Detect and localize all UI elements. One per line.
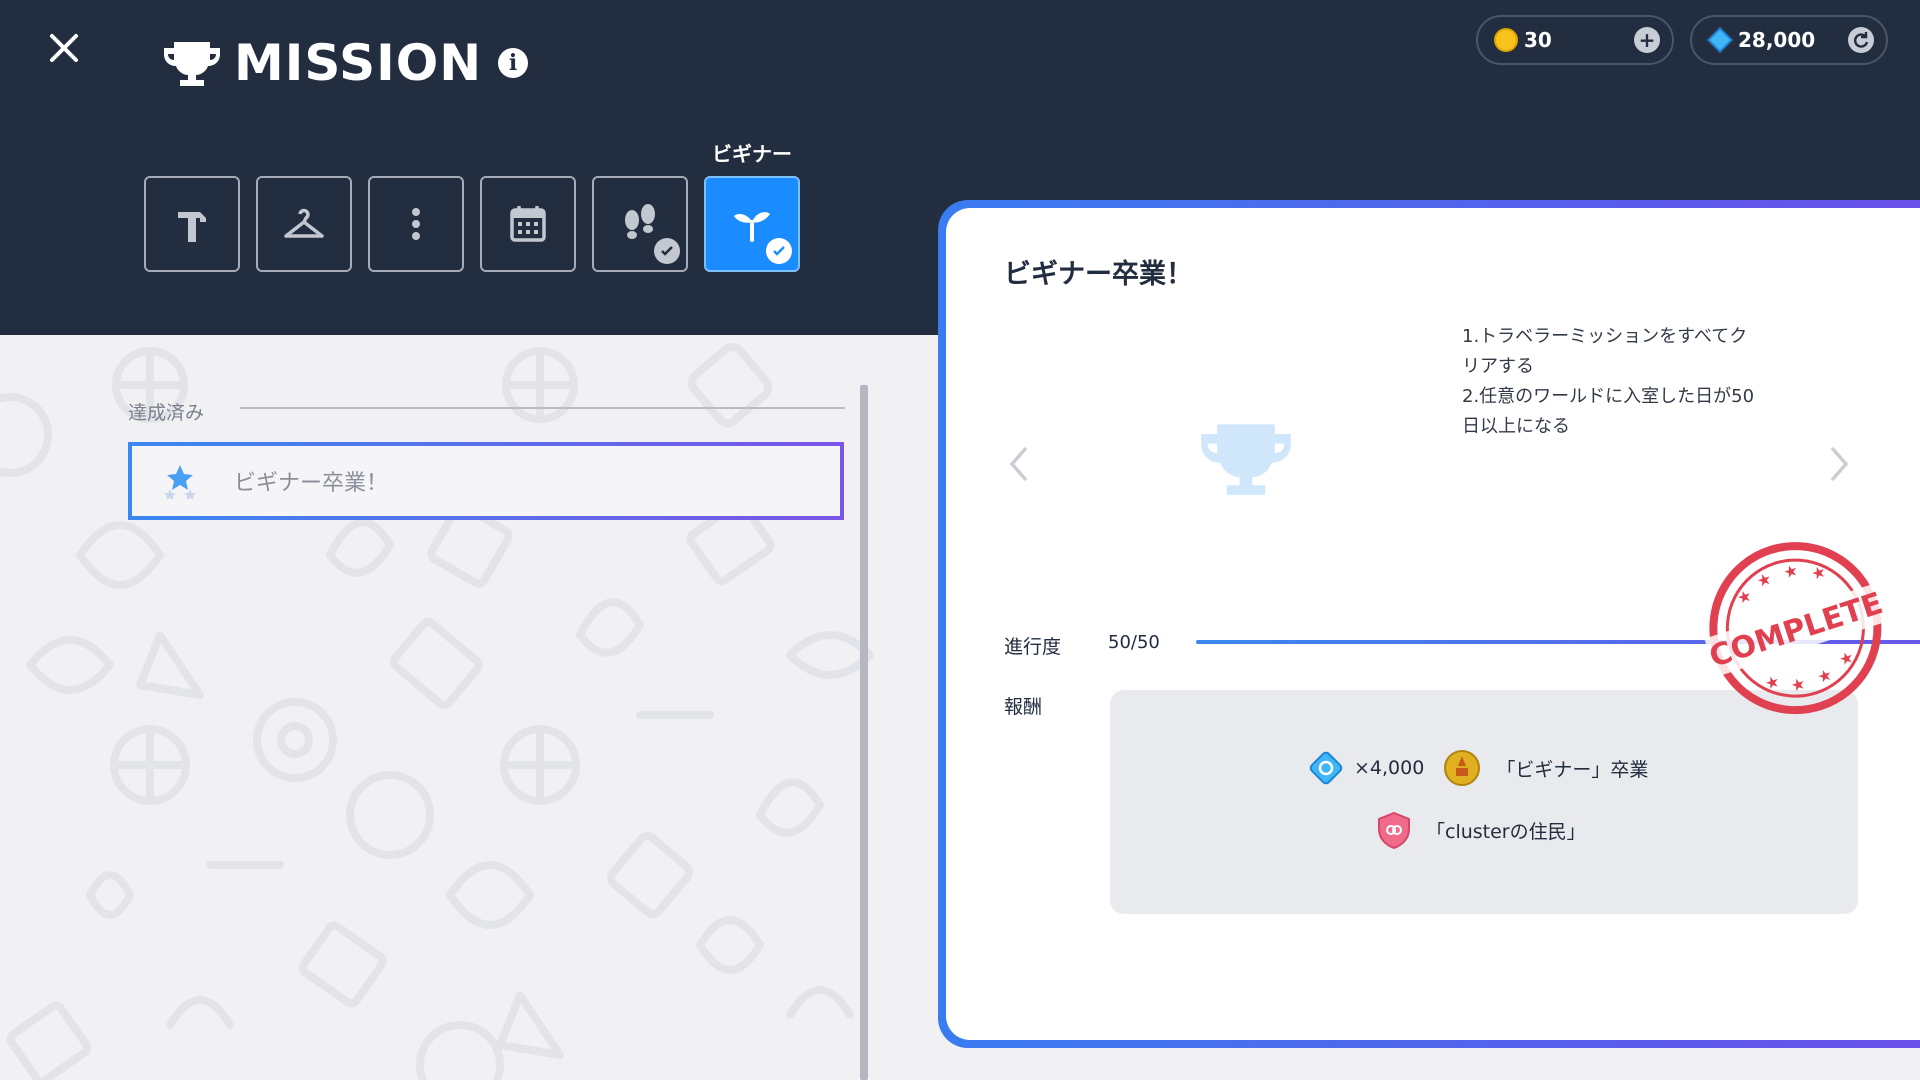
tab-avatar[interactable] (256, 176, 352, 272)
close-button[interactable] (44, 28, 84, 68)
description-line: 日以上になる (1462, 416, 1570, 437)
description-line: 2.任意のワールドに入室した日が50 (1462, 386, 1755, 407)
add-coin-button[interactable]: + (1634, 27, 1660, 53)
tab-build[interactable] (144, 176, 240, 272)
gem-balance-value: 28,000 (1738, 28, 1816, 52)
progress-label: 進行度 (1004, 636, 1062, 658)
reward-gem-amount: ×4,000 (1354, 757, 1425, 779)
category-tabs (144, 176, 800, 272)
refresh-icon[interactable] (1848, 27, 1874, 53)
progress-value: 50/50 (1108, 632, 1160, 653)
svg-text:★: ★ (1815, 665, 1835, 688)
footprints-icon (625, 204, 655, 239)
trophy-icon (164, 42, 220, 86)
coin-balance: 30 + (1476, 15, 1674, 65)
svg-text:★: ★ (1809, 561, 1829, 584)
reward-label: 報酬 (1004, 696, 1043, 718)
svg-text:★: ★ (1781, 560, 1801, 583)
active-category-label: ビギナー (712, 142, 792, 166)
mission-list-item[interactable]: ビギナー卒業！ (128, 442, 844, 520)
shield-badge-icon (1378, 811, 1410, 850)
mission-list-item-label: ビギナー卒業！ (234, 471, 389, 496)
svg-text:★: ★ (1735, 586, 1755, 609)
check-icon (766, 238, 792, 264)
sprout-icon (734, 212, 770, 242)
svg-text:★: ★ (1788, 673, 1808, 696)
close-icon (50, 34, 78, 62)
chevron-right-icon (1830, 446, 1849, 482)
mission-detail-card: ビギナー卒業！ 1.トラベラーミッションをすべてク リアする 2.任意のワールド… (938, 200, 1920, 1048)
description-line: リアする (1462, 356, 1534, 377)
next-button[interactable] (1826, 444, 1852, 488)
description-line: 1.トラベラーミッションをすべてク (1462, 326, 1748, 347)
tab-beginner[interactable] (704, 176, 800, 272)
reward-badge-label: 「clusterの住民」 (1426, 820, 1586, 843)
mission-trophy-icon (1198, 418, 1294, 502)
reward-gem: ×4,000 「ビギナー」卒業 (1306, 748, 1648, 788)
tab-traveler[interactable] (592, 176, 688, 272)
hammer-icon (178, 212, 206, 242)
gem-balance: 28,000 (1690, 15, 1888, 65)
mission-description: 1.トラベラーミッションをすべてク リアする 2.任意のワールドに入室した日が5… (1462, 322, 1802, 442)
page-title: MISSION (234, 34, 483, 92)
tab-daily[interactable] (480, 176, 576, 272)
section-divider (240, 407, 845, 409)
section-label-completed: 達成済み (128, 402, 205, 424)
reward-badge: 「clusterの住民」 (1374, 810, 1586, 850)
more-icon (412, 208, 420, 240)
chevron-left-icon (1009, 446, 1028, 482)
previous-button[interactable] (1006, 444, 1032, 488)
coin-balance-value: 30 (1524, 28, 1552, 52)
check-icon (654, 238, 680, 264)
gem-icon (1309, 751, 1343, 785)
svg-text:★: ★ (1754, 569, 1774, 592)
scrollbar[interactable] (860, 385, 868, 1080)
calendar-icon (510, 206, 546, 242)
mission-title: ビギナー卒業！ (1004, 259, 1193, 290)
coin-icon (1494, 28, 1518, 52)
gem-icon (1707, 27, 1733, 53)
medal-icon (1444, 750, 1481, 786)
info-icon[interactable]: i (498, 48, 529, 78)
hanger-icon (284, 208, 324, 238)
tab-more[interactable] (368, 176, 464, 272)
star-icon (164, 465, 196, 499)
reward-title-beginner: 「ビギナー」卒業 (1496, 758, 1649, 781)
page-title-group: MISSION i (162, 34, 529, 92)
